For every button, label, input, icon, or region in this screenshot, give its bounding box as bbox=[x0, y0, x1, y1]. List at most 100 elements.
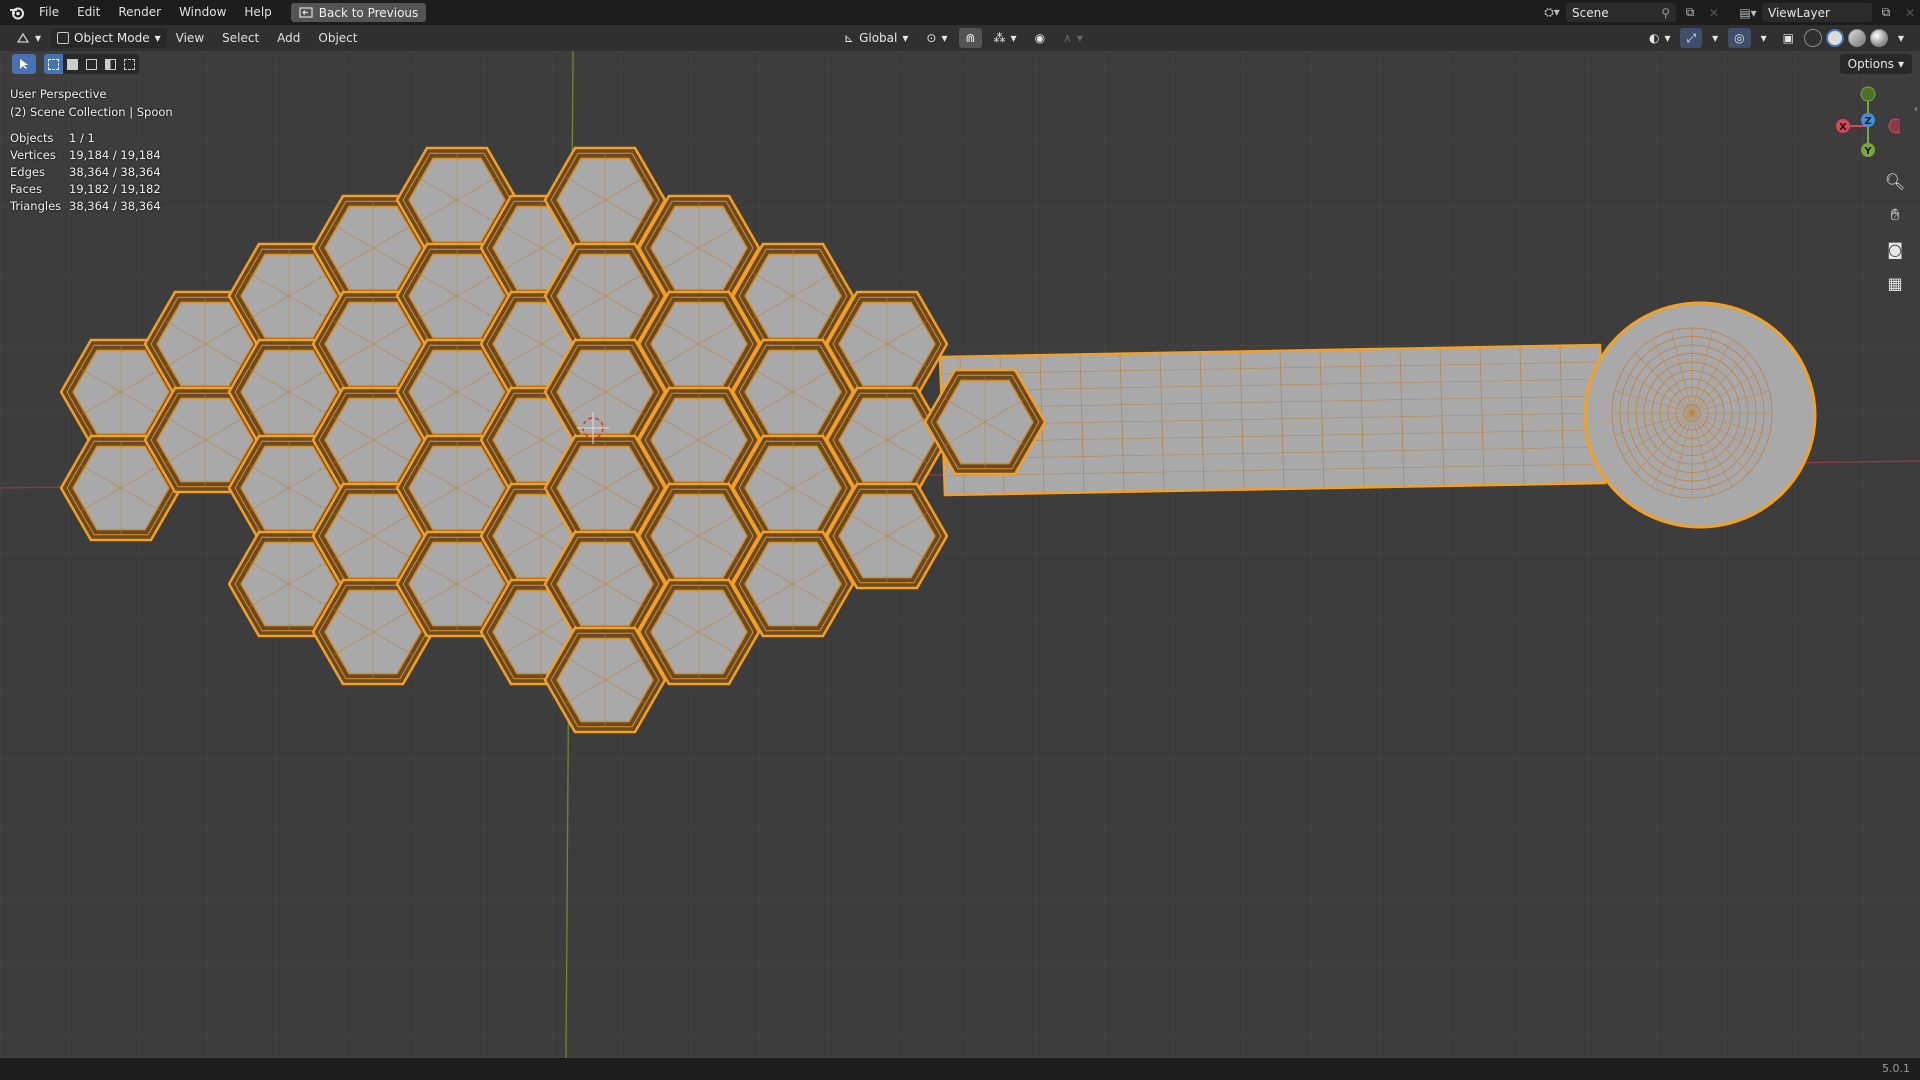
snap-grid-icon: ⁂ bbox=[993, 31, 1006, 45]
back-to-previous-label: Back to Previous bbox=[318, 5, 419, 20]
stat-row: Triangles 38,364 / 38,364 bbox=[10, 198, 161, 215]
viewport-header: ▾ Object Mode ▾ View Select Add Object ⊾ … bbox=[0, 25, 1920, 51]
gizmo-neg-y-handle[interactable] bbox=[1860, 86, 1876, 102]
orientation-label: Global bbox=[859, 31, 898, 45]
material-preview-button[interactable] bbox=[1847, 29, 1866, 47]
overlays-toggle[interactable]: ◎ bbox=[1728, 28, 1751, 48]
stat-value: 19,182 / 19,182 bbox=[69, 182, 161, 196]
new-scene-icon[interactable]: ⧉ bbox=[1680, 3, 1700, 22]
proportional-edit-toggle[interactable]: ◉ bbox=[1029, 28, 1051, 48]
select-new-icon bbox=[48, 58, 59, 70]
falloff-dropdown[interactable]: ∧ ▾ bbox=[1057, 28, 1089, 48]
selection-mode-group bbox=[44, 54, 139, 74]
blender-logo-icon[interactable] bbox=[4, 0, 30, 25]
pivot-icon: ⊙ bbox=[926, 31, 937, 45]
3d-view-icon bbox=[16, 32, 30, 43]
rendered-shading-button[interactable] bbox=[1869, 29, 1888, 47]
zoom-magnifier-icon: 🔍︎ bbox=[1884, 171, 1906, 191]
cursor-arrow-icon bbox=[20, 59, 28, 69]
version-label: 5.0.1 bbox=[1882, 1062, 1910, 1075]
editor-type-dropdown[interactable]: ▾ bbox=[10, 28, 47, 48]
stat-value: 19,184 / 19,184 bbox=[69, 148, 161, 162]
menu-window[interactable]: Window bbox=[170, 0, 235, 25]
stat-value: 1 / 1 bbox=[69, 131, 95, 145]
tool-settings-row bbox=[12, 54, 139, 74]
shading-options-dropdown[interactable]: ▾ bbox=[1892, 28, 1910, 48]
stat-label: Edges bbox=[10, 165, 45, 179]
new-view-layer-icon[interactable]: ⧉ bbox=[1876, 3, 1896, 22]
gizmo-icon: ⤢ bbox=[1686, 30, 1697, 45]
pan-button[interactable]: ✋︎ bbox=[1882, 202, 1908, 228]
zoom-button[interactable]: 🔍︎ bbox=[1882, 168, 1908, 194]
gizmo-x-label: X bbox=[1839, 122, 1847, 133]
gizmo-neg-x-handle[interactable] bbox=[1888, 118, 1900, 134]
scene-statistics: Objects 1 / 1 Vertices 19,184 / 19,184 Edg… bbox=[10, 130, 161, 215]
scene-selector[interactable]: Scene ⚲ bbox=[1566, 3, 1676, 22]
select-subtract-button[interactable] bbox=[82, 54, 101, 74]
menu-select[interactable]: Select bbox=[213, 31, 268, 45]
select-extend-button[interactable] bbox=[63, 54, 82, 74]
stat-label: Vertices bbox=[10, 148, 56, 162]
select-intersect-icon bbox=[124, 58, 135, 70]
status-bar: 5.0.1 bbox=[0, 1058, 1920, 1080]
menu-edit[interactable]: Edit bbox=[68, 0, 109, 25]
options-dropdown[interactable]: Options ▾ bbox=[1839, 54, 1912, 74]
orientation-axes-icon: ⊾ bbox=[844, 31, 855, 45]
scene-type-icon[interactable]: ⛭▾ bbox=[1542, 3, 1562, 22]
gizmo-dropdown[interactable]: ▾ bbox=[1706, 28, 1724, 48]
sidebar-toggle-icon[interactable]: ‹ bbox=[1914, 104, 1918, 115]
3d-viewport[interactable] bbox=[0, 51, 1920, 1061]
menu-file[interactable]: File bbox=[30, 0, 68, 25]
menu-help[interactable]: Help bbox=[235, 0, 280, 25]
stat-row: Faces 19,182 / 19,182 bbox=[10, 181, 161, 198]
overlays-dropdown[interactable]: ▾ bbox=[1755, 28, 1773, 48]
select-new-button[interactable] bbox=[44, 54, 63, 74]
viewport-scene[interactable] bbox=[0, 51, 1920, 1061]
top-bar: File Edit Render Window Help Back to Pre… bbox=[0, 0, 1920, 25]
menu-object[interactable]: Object bbox=[309, 31, 366, 45]
wireframe-shading-button[interactable] bbox=[1803, 29, 1822, 47]
magnet-icon: ⋒ bbox=[965, 31, 976, 45]
camera-icon: ◙ bbox=[1887, 239, 1903, 259]
view-name: User Perspective bbox=[10, 87, 107, 101]
proportional-edit-icon: ◉ bbox=[1034, 31, 1046, 45]
mode-label: Object Mode bbox=[74, 31, 150, 45]
gizmo-toggle[interactable]: ⤢ bbox=[1680, 28, 1703, 48]
stat-label: Objects bbox=[10, 131, 54, 145]
screen-back-icon bbox=[299, 7, 313, 18]
xray-toggle[interactable]: ▣ bbox=[1777, 28, 1800, 48]
perspective-toggle-button[interactable]: ▦ bbox=[1882, 270, 1908, 296]
pin-icon[interactable]: ⚲ bbox=[1661, 6, 1670, 20]
object-visibility-dropdown[interactable]: ◐ ▾ bbox=[1643, 28, 1677, 48]
navigation-gizmo[interactable]: X Z Y bbox=[1820, 82, 1900, 172]
mode-dropdown[interactable]: Object Mode ▾ bbox=[51, 28, 167, 48]
select-invert-icon bbox=[105, 58, 116, 70]
delete-view-layer-icon[interactable]: ✕ bbox=[1900, 3, 1920, 22]
transform-orientation-dropdown[interactable]: ⊾ Global ▾ bbox=[838, 28, 914, 48]
select-intersect-button[interactable] bbox=[120, 54, 139, 74]
menu-view[interactable]: View bbox=[167, 31, 213, 45]
pivot-point-dropdown[interactable]: ⊙ ▾ bbox=[920, 28, 953, 48]
collection-info: (2) Scene Collection | Spoon bbox=[10, 105, 173, 119]
object-mode-icon bbox=[57, 32, 70, 44]
stat-label: Triangles bbox=[10, 199, 62, 213]
stat-value: 38,364 / 38,364 bbox=[69, 199, 161, 213]
view-layer-icon[interactable]: ▤▾ bbox=[1738, 3, 1758, 22]
viewport-info: User Perspective (2) Scene Collection | … bbox=[10, 85, 173, 121]
solid-shading-button[interactable] bbox=[1825, 29, 1844, 47]
overlays-icon: ◎ bbox=[1734, 31, 1745, 45]
stat-row: Objects 1 / 1 bbox=[10, 130, 161, 147]
delete-scene-icon[interactable]: ✕ bbox=[1704, 3, 1724, 22]
snap-target-dropdown[interactable]: ⁂ ▾ bbox=[988, 28, 1023, 48]
menu-add[interactable]: Add bbox=[268, 31, 309, 45]
snap-toggle[interactable]: ⋒ bbox=[959, 28, 982, 48]
menu-render[interactable]: Render bbox=[109, 0, 170, 25]
gizmo-y-label: Y bbox=[1863, 146, 1872, 157]
view-layer-selector[interactable]: ViewLayer bbox=[1762, 3, 1872, 22]
back-to-previous-button[interactable]: Back to Previous bbox=[290, 3, 427, 22]
select-invert-button[interactable] bbox=[101, 54, 120, 74]
stat-row: Vertices 19,184 / 19,184 bbox=[10, 147, 161, 164]
select-tool-button[interactable] bbox=[12, 54, 36, 74]
camera-view-button[interactable]: ◙ bbox=[1882, 236, 1908, 262]
scene-name: Scene bbox=[1572, 5, 1609, 20]
